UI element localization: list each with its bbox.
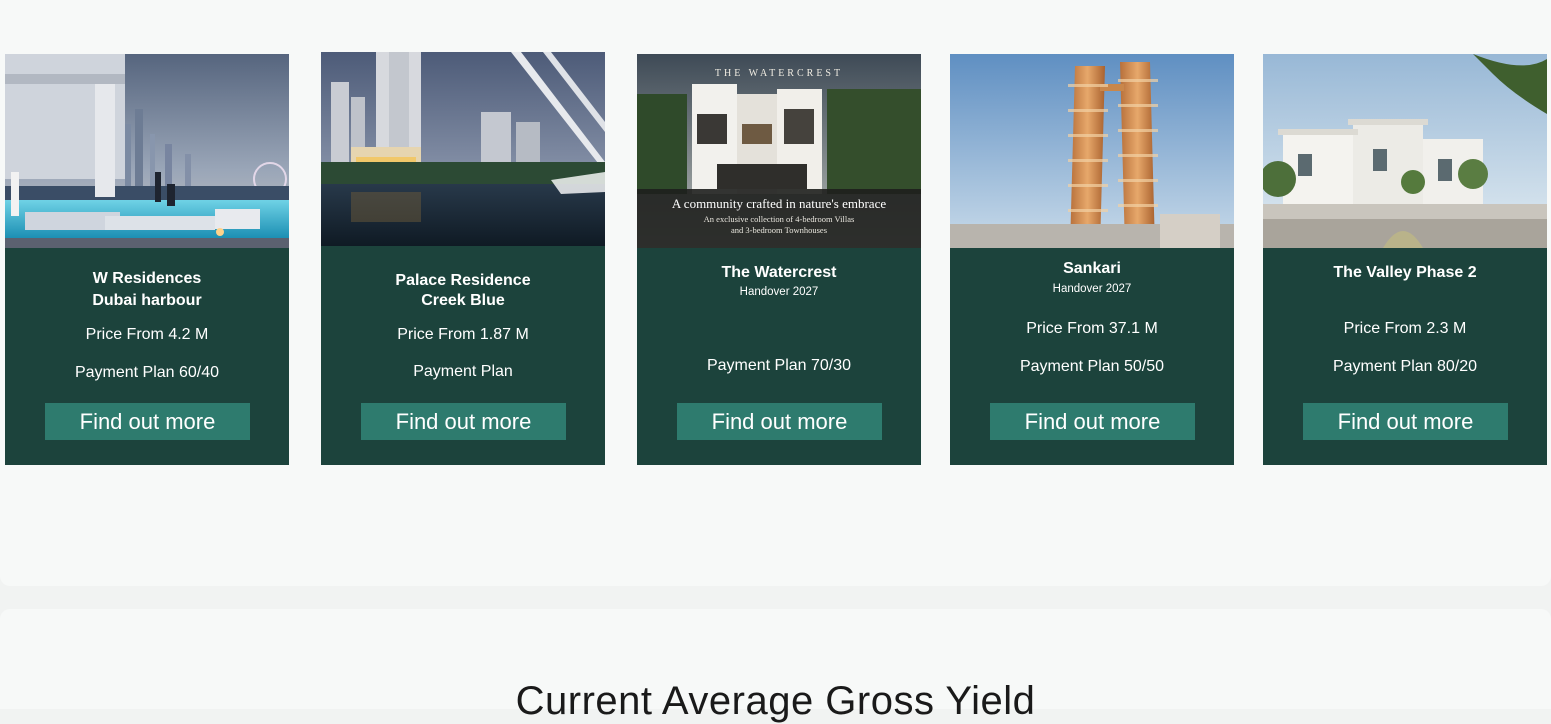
payment-plan-text: Payment Plan (413, 363, 513, 380)
price-text: Price From 2.3 M (1343, 320, 1467, 337)
project-card-the-watercrest[interactable]: THE WATERCREST A community crafted in na… (637, 54, 921, 465)
payment-plan-text: Payment Plan 70/30 (706, 357, 852, 374)
price-text: Price From 37.1 M (1026, 320, 1158, 337)
project-card-the-valley-phase-2[interactable]: The Valley Phase 2 Price From 2.3 M Paym… (1263, 54, 1547, 465)
project-title: W Residences (92, 270, 202, 287)
project-image (5, 54, 289, 248)
project-title-line2: Creek Blue (421, 292, 505, 309)
project-title: Palace Residence (395, 272, 531, 289)
project-title: Sankari (1063, 260, 1121, 277)
watercrest-brand-text: THE WATERCREST (715, 68, 843, 79)
payment-plan-text: Payment Plan 60/40 (74, 364, 220, 381)
payment-plan-text: Payment Plan 50/50 (1019, 358, 1165, 375)
find-out-more-button[interactable]: Find out more (677, 403, 882, 440)
section-title: Current Average Gross Yield (515, 679, 1036, 723)
watercrest-line2-text: and 3-bedroom Townhouses (731, 225, 827, 235)
price-text: Price From 4.2 M (85, 326, 209, 343)
project-title: The Valley Phase 2 (1333, 264, 1477, 281)
projects-panel: W Residences Dubai harbour Price From 4.… (0, 0, 1551, 586)
project-image (321, 52, 605, 246)
watercrest-tagline-text: A community crafted in nature's embrace (672, 196, 886, 211)
project-card-w-residences[interactable]: W Residences Dubai harbour Price From 4.… (5, 54, 289, 465)
project-title: The Watercrest (721, 264, 837, 281)
payment-plan-text: Payment Plan 80/20 (1332, 358, 1478, 375)
find-out-more-button[interactable]: Find out more (45, 403, 250, 440)
find-out-more-button[interactable]: Find out more (361, 403, 566, 440)
yield-panel: Current Average Gross Yield (0, 609, 1551, 723)
project-image (950, 54, 1234, 248)
watercrest-line1-text: An exclusive collection of 4-bedroom Vil… (704, 214, 855, 224)
handover-text: Handover 2027 (1052, 283, 1132, 295)
project-card-sankari[interactable]: Sankari Handover 2027 Price From 37.1 M … (950, 54, 1234, 465)
find-out-more-button[interactable]: Find out more (990, 403, 1195, 440)
handover-text: Handover 2027 (739, 286, 819, 298)
project-image: THE WATERCREST A community crafted in na… (637, 54, 921, 248)
find-out-more-button[interactable]: Find out more (1303, 403, 1508, 440)
price-text: Price From 1.87 M (397, 326, 529, 343)
project-image (1263, 54, 1547, 248)
project-title-line2: Dubai harbour (92, 292, 202, 309)
project-card-palace-residence[interactable]: Palace Residence Creek Blue Price From 1… (321, 52, 605, 465)
